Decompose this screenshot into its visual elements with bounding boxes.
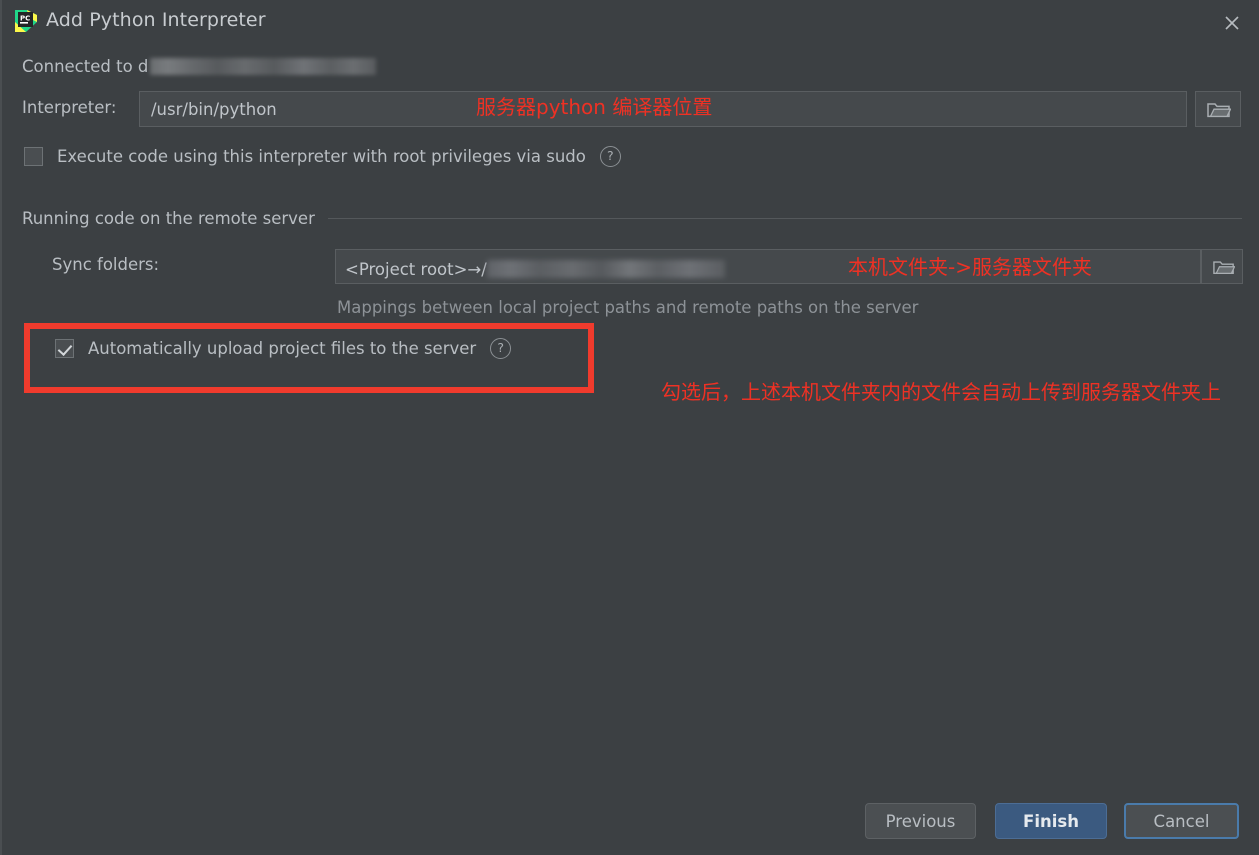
cancel-button[interactable]: Cancel [1124,803,1239,839]
remote-server-section-header: Running code on the remote server [22,209,1242,228]
interpreter-browse-button[interactable] [1195,91,1241,127]
sync-folders-value-row: <Project root>→/ [345,257,725,279]
folder-icon [1213,259,1236,280]
sudo-checkbox-row[interactable]: Execute code using this interpreter with… [24,144,621,168]
annotation-auto-upload: 勾选后，上述本机文件夹内的文件会自动上传到服务器文件夹上 [661,380,1221,404]
folder-icon [1207,101,1232,123]
connection-status: Connected to d [22,55,377,76]
redacted-host-blur [150,58,377,75]
sync-folders-label: Sync folders: [52,255,160,274]
annotation-interpreter: 服务器python 编译器位置 [476,95,713,119]
sudo-checkbox-label: Execute code using this interpreter with… [57,146,586,166]
pycharm-logo-icon: PC [14,9,38,33]
previous-button[interactable]: Previous [865,803,976,839]
add-python-interpreter-dialog: PC Add Python Interpreter Connected to d… [0,0,1259,855]
interpreter-label: Interpreter: [22,98,117,117]
redacted-path-blur [486,260,725,278]
question-mark-icon[interactable]: ? [599,145,621,167]
finish-button[interactable]: Finish [995,803,1107,839]
auto-upload-checkbox-label: Automatically upload project files to th… [88,338,477,358]
sudo-checkbox[interactable] [24,146,43,166]
svg-text:PC: PC [20,15,30,23]
auto-upload-checkbox-row[interactable]: Automatically upload project files to th… [55,336,512,360]
close-icon[interactable] [1217,8,1247,36]
section-divider [327,218,1242,219]
section-title: Running code on the remote server [22,209,315,228]
sync-folders-value: <Project root>→/ [345,260,487,279]
title-bar: PC Add Python Interpreter [2,0,1259,42]
dialog-title: Add Python Interpreter [46,9,266,31]
interpreter-value: /usr/bin/python [151,100,277,119]
annotation-sync-folders: 本机文件夹->服务器文件夹 [848,255,1092,279]
auto-upload-checkbox[interactable] [55,338,74,358]
connection-status-label: Connected to d [22,57,149,76]
sync-folders-browse-button[interactable] [1201,249,1243,284]
sync-folders-hint: Mappings between local project paths and… [337,298,919,317]
question-mark-icon[interactable]: ? [490,337,512,359]
